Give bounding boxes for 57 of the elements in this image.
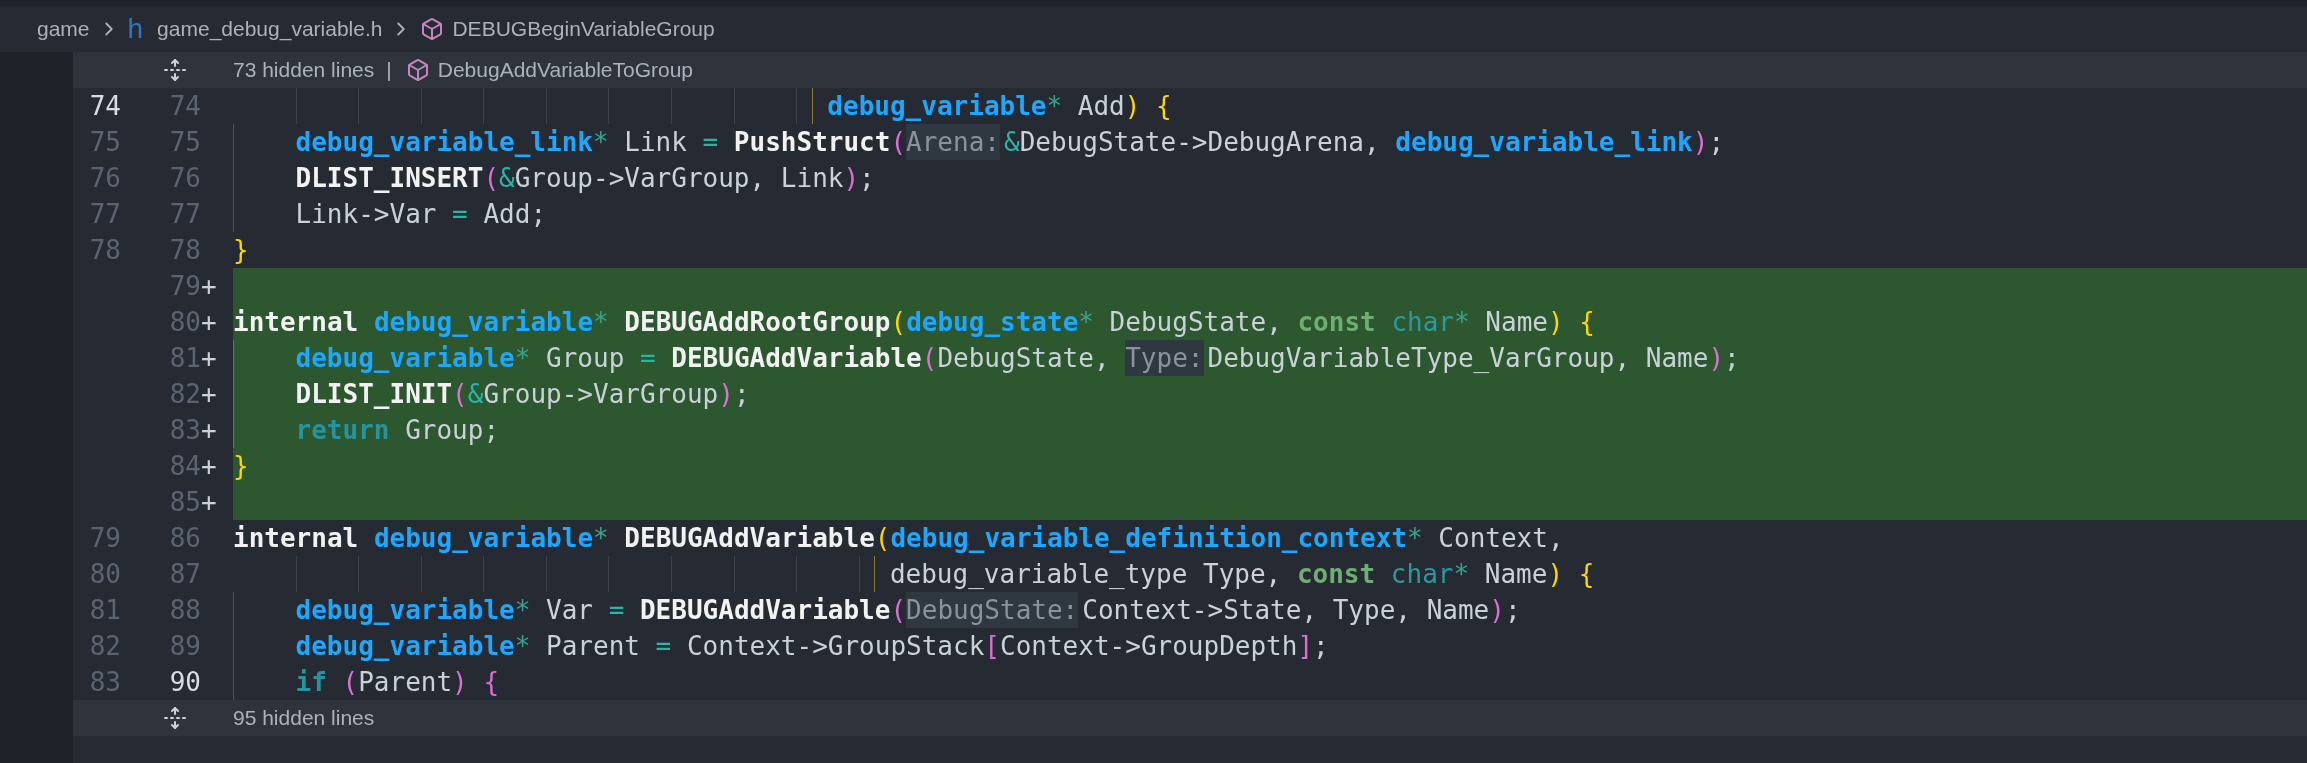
code-line: Link->Var = Add;	[233, 196, 2307, 232]
line-number: 76	[89, 163, 121, 193]
breadcrumb-item[interactable]: DEBUGBeginVariableGroup	[452, 13, 715, 45]
hidden-lines-bar[interactable]: 95 hidden lines	[73, 700, 2307, 736]
hidden-lines-label: 95 hidden lines	[233, 705, 375, 731]
line-number: 80	[89, 559, 121, 589]
breadcrumb-item[interactable]: game_debug_variable.h	[157, 13, 383, 45]
line-number: 83	[89, 667, 121, 697]
line-number: 80	[169, 307, 201, 337]
cube-icon	[405, 58, 430, 82]
line-number: 82	[169, 379, 201, 409]
symbol-name[interactable]: DebugAddVariableToGroup	[437, 52, 694, 88]
added-marker: +	[201, 451, 217, 481]
line-number: 77	[89, 199, 121, 229]
line-number: 77	[169, 199, 201, 229]
code-line: internal debug_variable* DEBUGAddVariable(debug_variable_definition_context* Context,	[233, 522, 1565, 555]
line-number: 83	[169, 415, 201, 445]
breadcrumb-item[interactable]: game	[37, 13, 90, 45]
hidden-lines-label: 73 hidden lines	[233, 57, 375, 83]
line-number: 87	[169, 559, 201, 589]
code-line: DLIST_INSERT(&Group->VarGroup, Link);	[233, 160, 2307, 196]
added-marker: +	[201, 271, 217, 301]
added-marker: +	[201, 379, 217, 409]
line-number: 85	[169, 487, 201, 517]
line-number: 86	[169, 523, 201, 553]
line-number: 75	[89, 127, 121, 157]
line-number: 84	[169, 451, 201, 481]
line-number: 75	[169, 127, 201, 157]
added-marker: +	[201, 307, 217, 337]
code-line: debug_variable_type Type, const char* Name) {	[233, 556, 2307, 592]
line-number: 82	[89, 631, 121, 661]
line-number: 76	[169, 163, 201, 193]
line-number: 74	[89, 91, 121, 121]
unfold-icon[interactable]	[163, 706, 187, 730]
separator: |	[386, 57, 392, 83]
line-number: 79	[89, 523, 121, 553]
line-number: 81	[89, 595, 121, 625]
line-number: 79	[169, 271, 201, 301]
code-line: debug_variable* Parent = Context->GroupStack[Context->GroupDepth];	[233, 628, 2307, 664]
line-number: 89	[169, 631, 201, 661]
added-marker: +	[201, 415, 217, 445]
line-number: 88	[169, 595, 201, 625]
unfold-icon[interactable]	[163, 58, 187, 82]
cube-icon	[420, 17, 445, 41]
line-number: 78	[89, 235, 121, 265]
hidden-lines-bar[interactable]: 73 hidden lines | DebugAddVariableToGroup	[73, 52, 2307, 88]
line-number: 74	[169, 91, 201, 121]
code-line: debug_variable_link* Link = PushStruct(Arena:&DebugState->DebugArena, debug_variable_link);	[233, 124, 2307, 160]
line-number: 78	[169, 235, 201, 265]
added-marker: +	[201, 343, 217, 373]
line-number: 81	[169, 343, 201, 373]
header-file-icon: h	[127, 15, 144, 43]
added-marker: +	[201, 487, 217, 517]
code-line: debug_variable* Var = DEBUGAddVariable(DebugState:Context->State, Type, Name);	[233, 592, 2307, 628]
code-line: }	[233, 234, 250, 267]
line-number: 90	[169, 667, 201, 697]
code-line: debug_variable* Add) {	[233, 88, 2307, 124]
